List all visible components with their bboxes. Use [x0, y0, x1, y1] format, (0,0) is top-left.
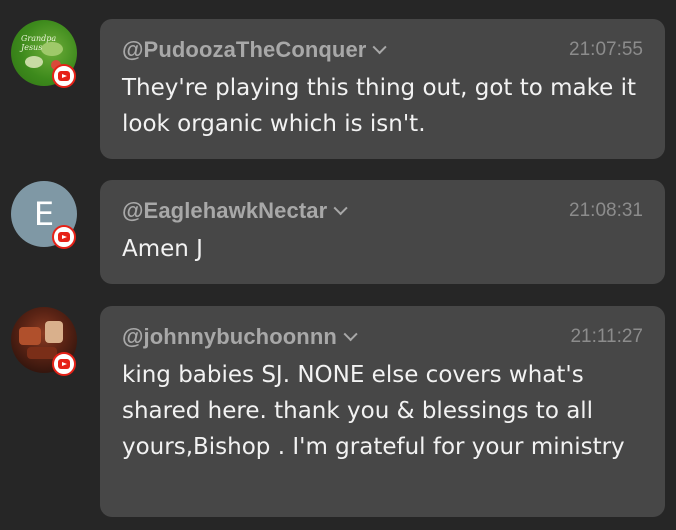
- chevron-down-icon[interactable]: [343, 327, 358, 342]
- message-header: @johnnybuchoonnn 21:11:27: [122, 323, 643, 351]
- avatar-decoration: [27, 347, 57, 359]
- author-name[interactable]: @johnnybuchoonnn: [122, 324, 337, 350]
- author-name[interactable]: @EaglehawkNectar: [122, 198, 327, 224]
- avatar-decoration: [25, 56, 43, 68]
- author-name[interactable]: @PudoozaTheConquer: [122, 37, 366, 63]
- message-text: king babies SJ. NONE else covers what's …: [122, 362, 625, 460]
- timestamp: 21:08:31: [569, 200, 643, 221]
- timestamp: 21:07:55: [569, 39, 643, 60]
- avatar-logo-text: Grandpa Jesus: [21, 34, 57, 52]
- avatar-decoration: [19, 327, 41, 345]
- chevron-down-icon[interactable]: [372, 40, 388, 55]
- message-bubble: @PudoozaTheConquer 21:07:55 They're play…: [100, 19, 665, 159]
- message-bubble: @EaglehawkNectar 21:08:31 Amen J: [100, 180, 665, 284]
- message-text: Amen J: [122, 236, 203, 262]
- message-header: @EaglehawkNectar 21:08:31: [122, 197, 643, 225]
- timestamp: 21:11:27: [570, 326, 643, 347]
- avatar-decoration: [45, 321, 63, 343]
- chevron-down-icon[interactable]: [333, 201, 348, 216]
- chat-feed: Grandpa Jesus @PudoozaTheConquer 21:07:5…: [0, 0, 676, 530]
- youtube-icon: [52, 352, 76, 376]
- message-header: @PudoozaTheConquer 21:07:55: [122, 36, 643, 64]
- youtube-icon: [52, 64, 76, 88]
- youtube-icon: [52, 225, 76, 249]
- message-bubble: @johnnybuchoonnn 21:11:27 king babies SJ…: [100, 306, 665, 517]
- message-text: They're playing this thing out, got to m…: [122, 75, 644, 137]
